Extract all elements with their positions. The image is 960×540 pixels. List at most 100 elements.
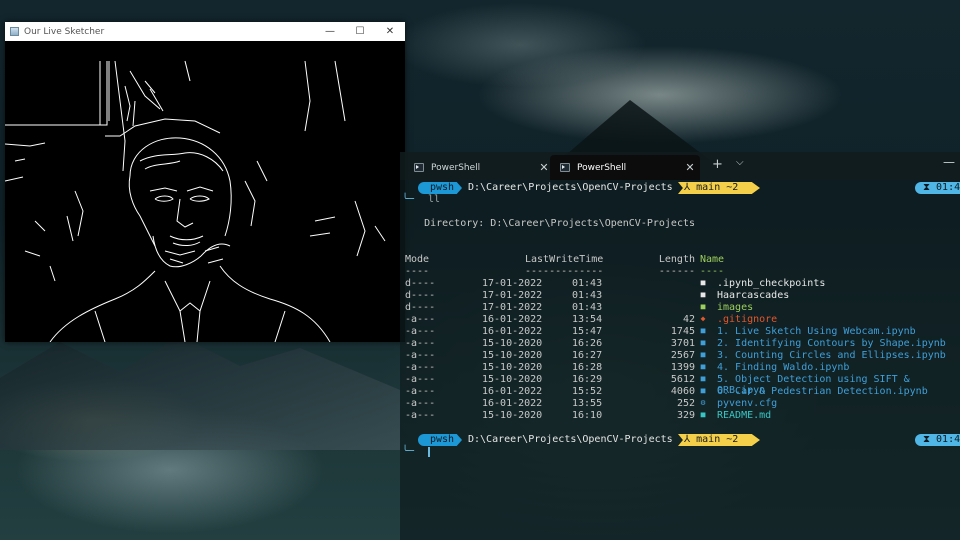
directory-line: Directory: D:\Career\Projects\OpenCV-Pro… [400,218,696,229]
file-date: 17-01-2022 [482,290,543,301]
file-date: 16-01-2022 [482,326,543,337]
file-name: 2. Identifying Contours by Shape.ipynb [717,338,946,349]
file-length: 2567 [670,350,695,361]
tab-label: PowerShell [431,162,481,173]
notebook-icon: ■ [700,350,706,359]
file-length: 42 [682,314,695,325]
file-mode: -a--- [405,362,436,373]
command-text: ll [428,194,441,205]
file-name: .gitignore [717,314,778,325]
file-mode: -a--- [405,350,436,361]
minimize-button[interactable]: — [315,22,345,41]
file-date: 15-10-2020 [482,350,543,361]
powershell-icon [414,163,424,172]
notebook-icon: ■ [700,374,706,383]
file-mode: -a--- [405,410,436,421]
new-tab-button[interactable]: + [712,157,723,172]
tab-powershell-1[interactable]: PowerShell ✕ [404,155,554,180]
prompt-arrow: ╰─ [402,194,415,205]
file-mode: d---- [405,290,436,301]
header-lastwrite: LastWriteTime [525,254,604,265]
file-name: 4. Finding Waldo.ipynb [717,362,850,373]
sketcher-titlebar[interactable]: Our Live Sketcher — ☐ ✕ [5,22,405,41]
file-time: 01:43 [572,290,603,301]
powershell-icon [560,163,570,172]
prompt-git-branch-segment: ⅄ main ~2 [678,434,760,446]
file-row: -a--- 16-01-2022 15:52 4060 ■ 6. Car & Pedest… [400,386,960,398]
listing-header-row: Mode LastWriteTime Length Name [400,254,960,266]
file-date: 15-10-2020 [482,362,543,373]
file-time: 16:26 [572,338,603,349]
file-mode: -a--- [405,374,436,385]
file-row: -a--- 15-10-2020 16:26 3701 ■ 2. Identifying … [400,338,960,350]
dash-length: ------ [658,266,695,277]
file-row: -a--- 16-01-2022 13:54 42 ◆ .gitignore [400,314,960,326]
file-length: 1399 [670,362,695,373]
file-mode: -a--- [405,314,436,325]
tab-label: PowerShell [577,162,627,173]
dash-mode: ---- [405,266,430,277]
folder-icon: ■ [700,278,706,287]
file-length: 252 [676,398,695,409]
prompt-shell-segment: pwsh [418,182,462,194]
maximize-button[interactable]: ☐ [345,22,375,41]
sketcher-window[interactable]: Our Live Sketcher — ☐ ✕ [5,22,405,342]
prompt-time-segment: ⧗ 01:4 [915,434,960,446]
tab-powershell-2[interactable]: PowerShell ✕ [550,155,700,180]
dash-lastwrite: ------------- [525,266,604,277]
file-name: pyvenv.cfg [717,398,778,409]
text-cursor [428,447,430,457]
file-date: 17-01-2022 [482,302,543,313]
prompt-shell-segment: pwsh [418,434,462,446]
file-time: 15:52 [572,386,603,397]
file-time: 16:27 [572,350,603,361]
gear-icon: ⚙ [700,398,706,407]
file-name: README.md [717,410,772,421]
file-row: d---- 17-01-2022 01:43 ■ images [400,302,960,314]
wallpaper-mountain-peak [560,100,710,160]
command-input-line[interactable]: ╰─ [400,446,960,458]
file-date: 17-01-2022 [482,278,543,289]
sketch-canvas [5,60,386,342]
file-date: 16-01-2022 [482,398,543,409]
prompt-arrow: ╰─ [402,446,415,457]
file-time: 16:29 [572,374,603,385]
command-line[interactable]: ╰─ ll [400,194,960,206]
listing-dash-row: ---- ------------- ------ ---- [400,266,960,278]
notebook-icon: ■ [700,362,706,371]
header-mode: Mode [405,254,430,265]
close-button[interactable]: ✕ [375,22,405,41]
notebook-icon: ■ [700,338,706,347]
file-row: -a--- 15-10-2020 16:28 1399 ■ 4. Finding Wald… [400,362,960,374]
file-time: 16:10 [572,410,603,421]
image-folder-icon: ■ [700,302,706,311]
file-time: 01:43 [572,302,603,313]
file-time: 15:47 [572,326,603,337]
file-row: -a--- 15-10-2020 16:27 2567 ■ 3. Counting Cir… [400,350,960,362]
file-row: -a--- 16-01-2022 15:47 1745 ■ 1. Live Sketch … [400,326,960,338]
file-date: 15-10-2020 [482,338,543,349]
file-date: 16-01-2022 [482,314,543,325]
file-length: 3701 [670,338,695,349]
file-mode: d---- [405,302,436,313]
prompt-git-branch-segment: ⅄ main ~2 [678,182,760,194]
file-name: 3. Counting Circles and Ellipses.ipynb [717,350,946,361]
git-icon: ◆ [700,314,706,323]
terminal-minimize-button[interactable]: — [943,155,955,169]
tab-close-icon[interactable]: ✕ [680,161,700,174]
file-row: -a--- 16-01-2022 13:55 252 ⚙ pyvenv.cfg [400,398,960,410]
terminal-window[interactable]: PowerShell ✕ PowerShell ✕ + ⌵ — pwsh D:\… [400,152,960,540]
file-date: 16-01-2022 [482,386,543,397]
file-name: Haarcascades [717,290,790,301]
file-row: -a--- 15-10-2020 16:29 5612 ■ 5. Object Detec… [400,374,960,396]
file-length: 329 [676,410,695,421]
file-length: 1745 [670,326,695,337]
file-time: 16:28 [572,362,603,373]
file-length: 5612 [670,374,695,385]
sketcher-title: Our Live Sketcher [24,26,105,37]
file-name: 6. Car & Pedestrian Detection.ipynb [717,386,928,397]
terminal-tabbar: PowerShell ✕ PowerShell ✕ + ⌵ — [400,152,960,180]
prompt-line: pwsh D:\Career\Projects\OpenCV-Projects … [400,182,960,194]
tab-dropdown-button[interactable]: ⌵ [736,157,744,168]
header-length: Length [658,254,695,265]
